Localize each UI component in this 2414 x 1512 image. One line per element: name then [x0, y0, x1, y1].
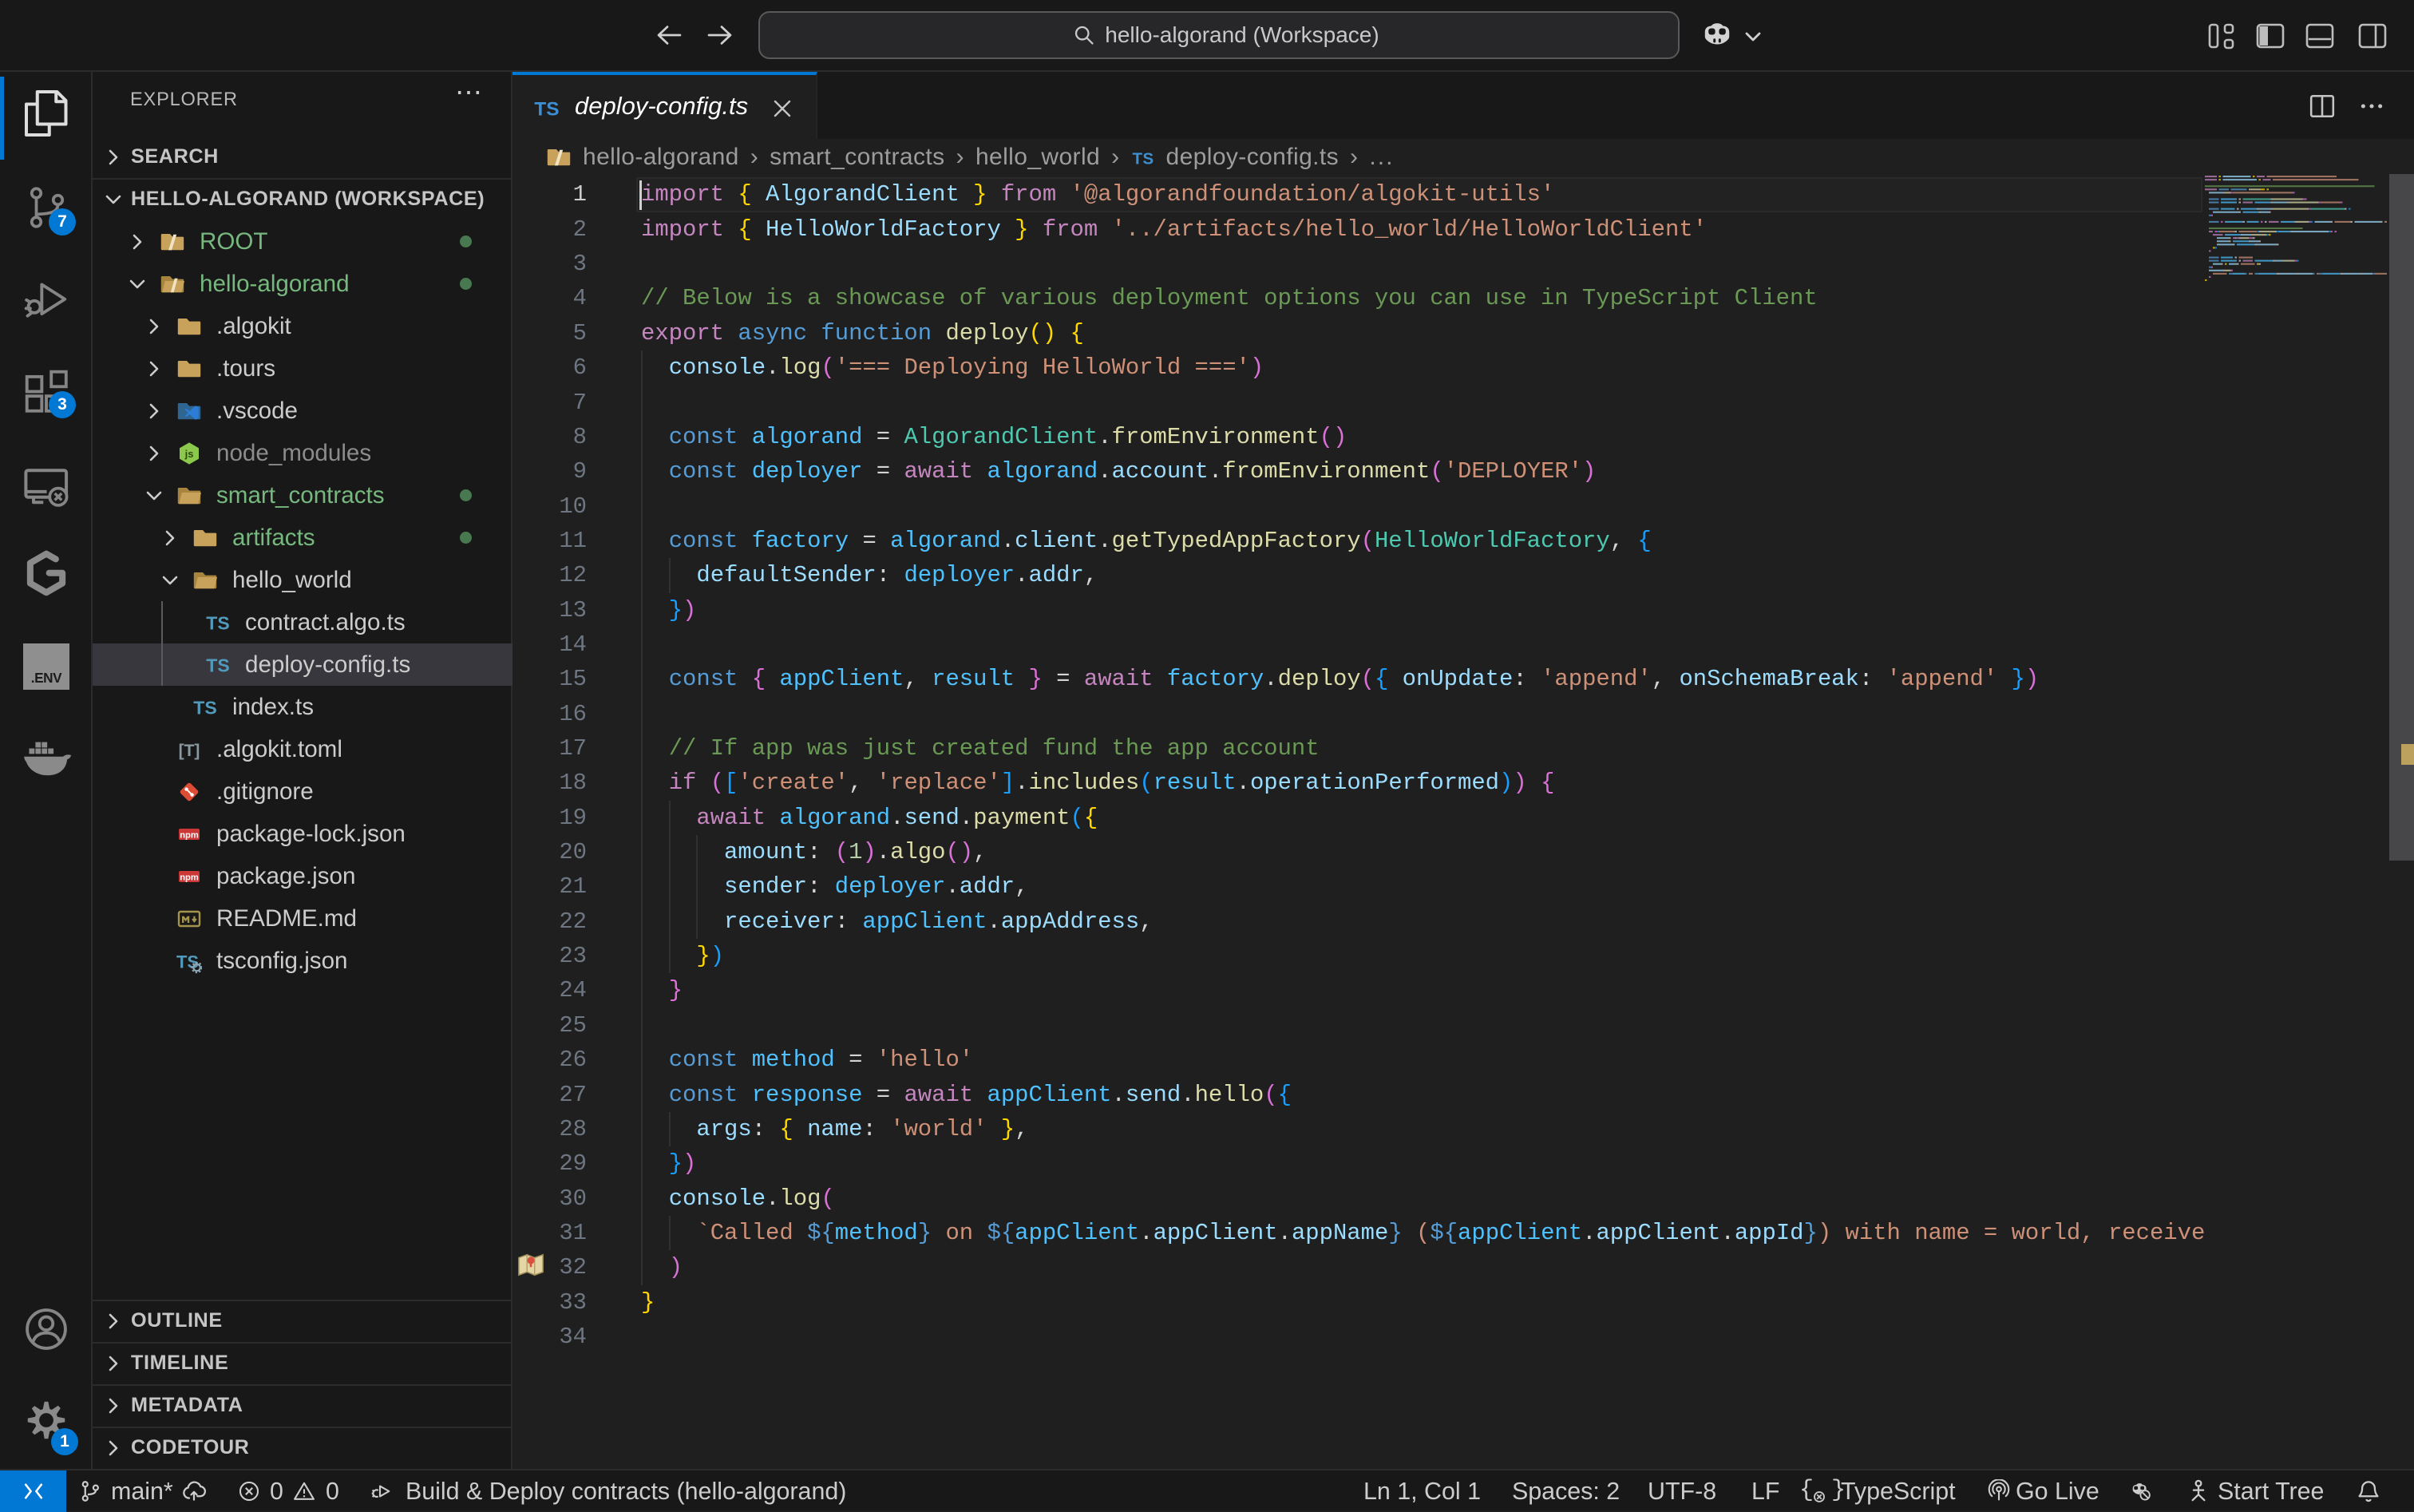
svg-text:TS: TS — [534, 99, 559, 121]
svg-text:TS: TS — [176, 952, 199, 972]
svg-text:npm: npm — [180, 830, 199, 840]
svg-text:npm: npm — [180, 873, 199, 882]
svg-text:TS: TS — [206, 655, 229, 675]
svg-text:[T]: [T] — [179, 742, 200, 760]
svg-text:TS: TS — [206, 612, 229, 633]
svg-text:TS: TS — [1132, 149, 1154, 168]
svg-text:js: js — [184, 448, 194, 460]
svg-text:TS: TS — [193, 697, 216, 718]
